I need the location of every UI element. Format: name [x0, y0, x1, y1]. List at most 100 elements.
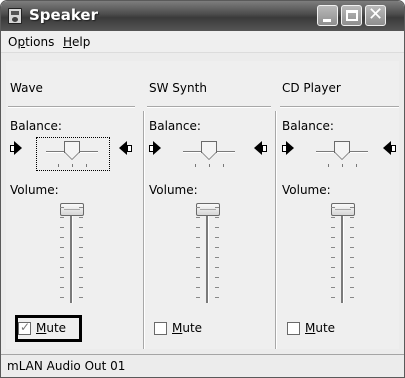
balance-tick: [356, 164, 357, 167]
channel-separator: [275, 111, 277, 349]
volume-tick: [331, 237, 335, 238]
volume-tick: [60, 277, 64, 278]
volume-tick: [331, 277, 335, 278]
mute-label-accel: M: [172, 321, 183, 335]
mute-label-rest: ute: [182, 321, 203, 335]
volume-label: Volume:: [282, 183, 331, 197]
maximize-icon: [346, 10, 358, 21]
close-icon: ✕: [368, 4, 384, 25]
close-button[interactable]: ✕: [365, 4, 386, 26]
menu-options-rest: tions: [25, 35, 55, 49]
checkbox-box[interactable]: [287, 322, 300, 335]
volume-tick: [215, 237, 219, 238]
mute-label-rest: ute: [315, 321, 336, 335]
minimize-button[interactable]: [317, 5, 338, 26]
volume-tick: [196, 267, 200, 268]
volume-tick: [331, 257, 335, 258]
balance-tick: [209, 164, 210, 167]
channel-divider: [147, 106, 271, 108]
menu-help-accel: H: [63, 35, 73, 49]
volume-tick: [196, 287, 200, 288]
volume-tick: [79, 267, 83, 268]
menu-help-rest: elp: [72, 35, 91, 49]
volume-tick: [79, 237, 83, 238]
volume-tick: [79, 207, 83, 208]
volume-tick: [60, 207, 64, 208]
channel-sw-synth: SW Synth Balance: Volume: Mute: [145, 61, 275, 349]
channel-name: CD Player: [282, 81, 341, 95]
volume-tick: [196, 207, 200, 208]
balance-slider-thumb[interactable]: [334, 141, 350, 161]
volume-tick: [331, 217, 335, 218]
volume-tick: [196, 237, 200, 238]
mixer-panel: Wave Balance: Volume: ✓ Mute SW Synth Ba…: [6, 61, 399, 349]
balance-label: Balance:: [282, 119, 334, 133]
volume-tick: [79, 247, 83, 248]
mute-label-accel: M: [305, 321, 316, 335]
balance-slider-thumb[interactable]: [201, 141, 217, 161]
menu-help[interactable]: Help: [63, 35, 90, 49]
volume-tick: [350, 277, 354, 278]
volume-tick: [196, 297, 200, 298]
volume-tick: [215, 277, 219, 278]
volume-tick: [331, 247, 335, 248]
volume-slider-thumb[interactable]: [60, 203, 84, 216]
volume-tick: [350, 267, 354, 268]
volume-label: Volume:: [10, 183, 59, 197]
status-bar: mLAN Audio Out 01: [1, 354, 404, 377]
mute-label: Mute: [172, 321, 202, 335]
title-bar[interactable]: Speaker ✕: [1, 1, 404, 31]
volume-tick: [350, 247, 354, 248]
speaker-window: Speaker ✕ Options Help Wave Balance: Vol…: [0, 0, 405, 378]
volume-tick: [350, 257, 354, 258]
balance-label: Balance:: [149, 119, 201, 133]
volume-slider-thumb[interactable]: [196, 203, 220, 216]
volume-tick: [350, 227, 354, 228]
volume-label: Volume:: [149, 183, 198, 197]
balance-tick: [342, 164, 343, 167]
volume-tick: [215, 217, 219, 218]
volume-tick: [331, 297, 335, 298]
volume-tick: [196, 247, 200, 248]
volume-tick: [331, 267, 335, 268]
focus-indicator: [36, 137, 110, 171]
channel-divider: [280, 106, 399, 108]
checkbox-box[interactable]: ✓: [18, 320, 31, 335]
speaker-app-icon[interactable]: [8, 8, 22, 24]
balance-tick: [328, 164, 329, 167]
volume-track[interactable]: [70, 203, 73, 303]
volume-tick: [60, 227, 64, 228]
maximize-button[interactable]: [341, 5, 362, 26]
channel-wave: Wave Balance: Volume: ✓ Mute: [6, 61, 141, 349]
channel-name: SW Synth: [149, 81, 207, 95]
checkbox-box[interactable]: [154, 322, 167, 335]
volume-tick: [196, 227, 200, 228]
mute-label: Mute: [36, 321, 66, 335]
balance-tick: [195, 164, 196, 167]
speaker-right-icon: [253, 141, 267, 157]
volume-tick: [60, 217, 64, 218]
volume-tick: [196, 217, 200, 218]
volume-tick: [79, 297, 83, 298]
volume-tick: [331, 287, 335, 288]
volume-track[interactable]: [341, 203, 344, 303]
volume-tick: [79, 227, 83, 228]
volume-tick: [350, 217, 354, 218]
speaker-right-icon: [382, 141, 396, 157]
volume-tick: [331, 207, 335, 208]
window-title: Speaker: [29, 6, 98, 24]
volume-tick: [60, 287, 64, 288]
minimize-icon: [323, 19, 331, 22]
volume-tick: [79, 277, 83, 278]
volume-tick: [331, 227, 335, 228]
volume-track[interactable]: [206, 203, 209, 303]
volume-tick: [79, 287, 83, 288]
volume-slider-thumb[interactable]: [331, 203, 355, 216]
menu-options[interactable]: Options: [8, 35, 54, 49]
volume-tick: [196, 277, 200, 278]
menu-options-accel: p: [17, 35, 26, 49]
balance-tick: [223, 164, 224, 167]
volume-tick: [215, 247, 219, 248]
volume-tick: [60, 247, 64, 248]
volume-tick: [215, 207, 219, 208]
